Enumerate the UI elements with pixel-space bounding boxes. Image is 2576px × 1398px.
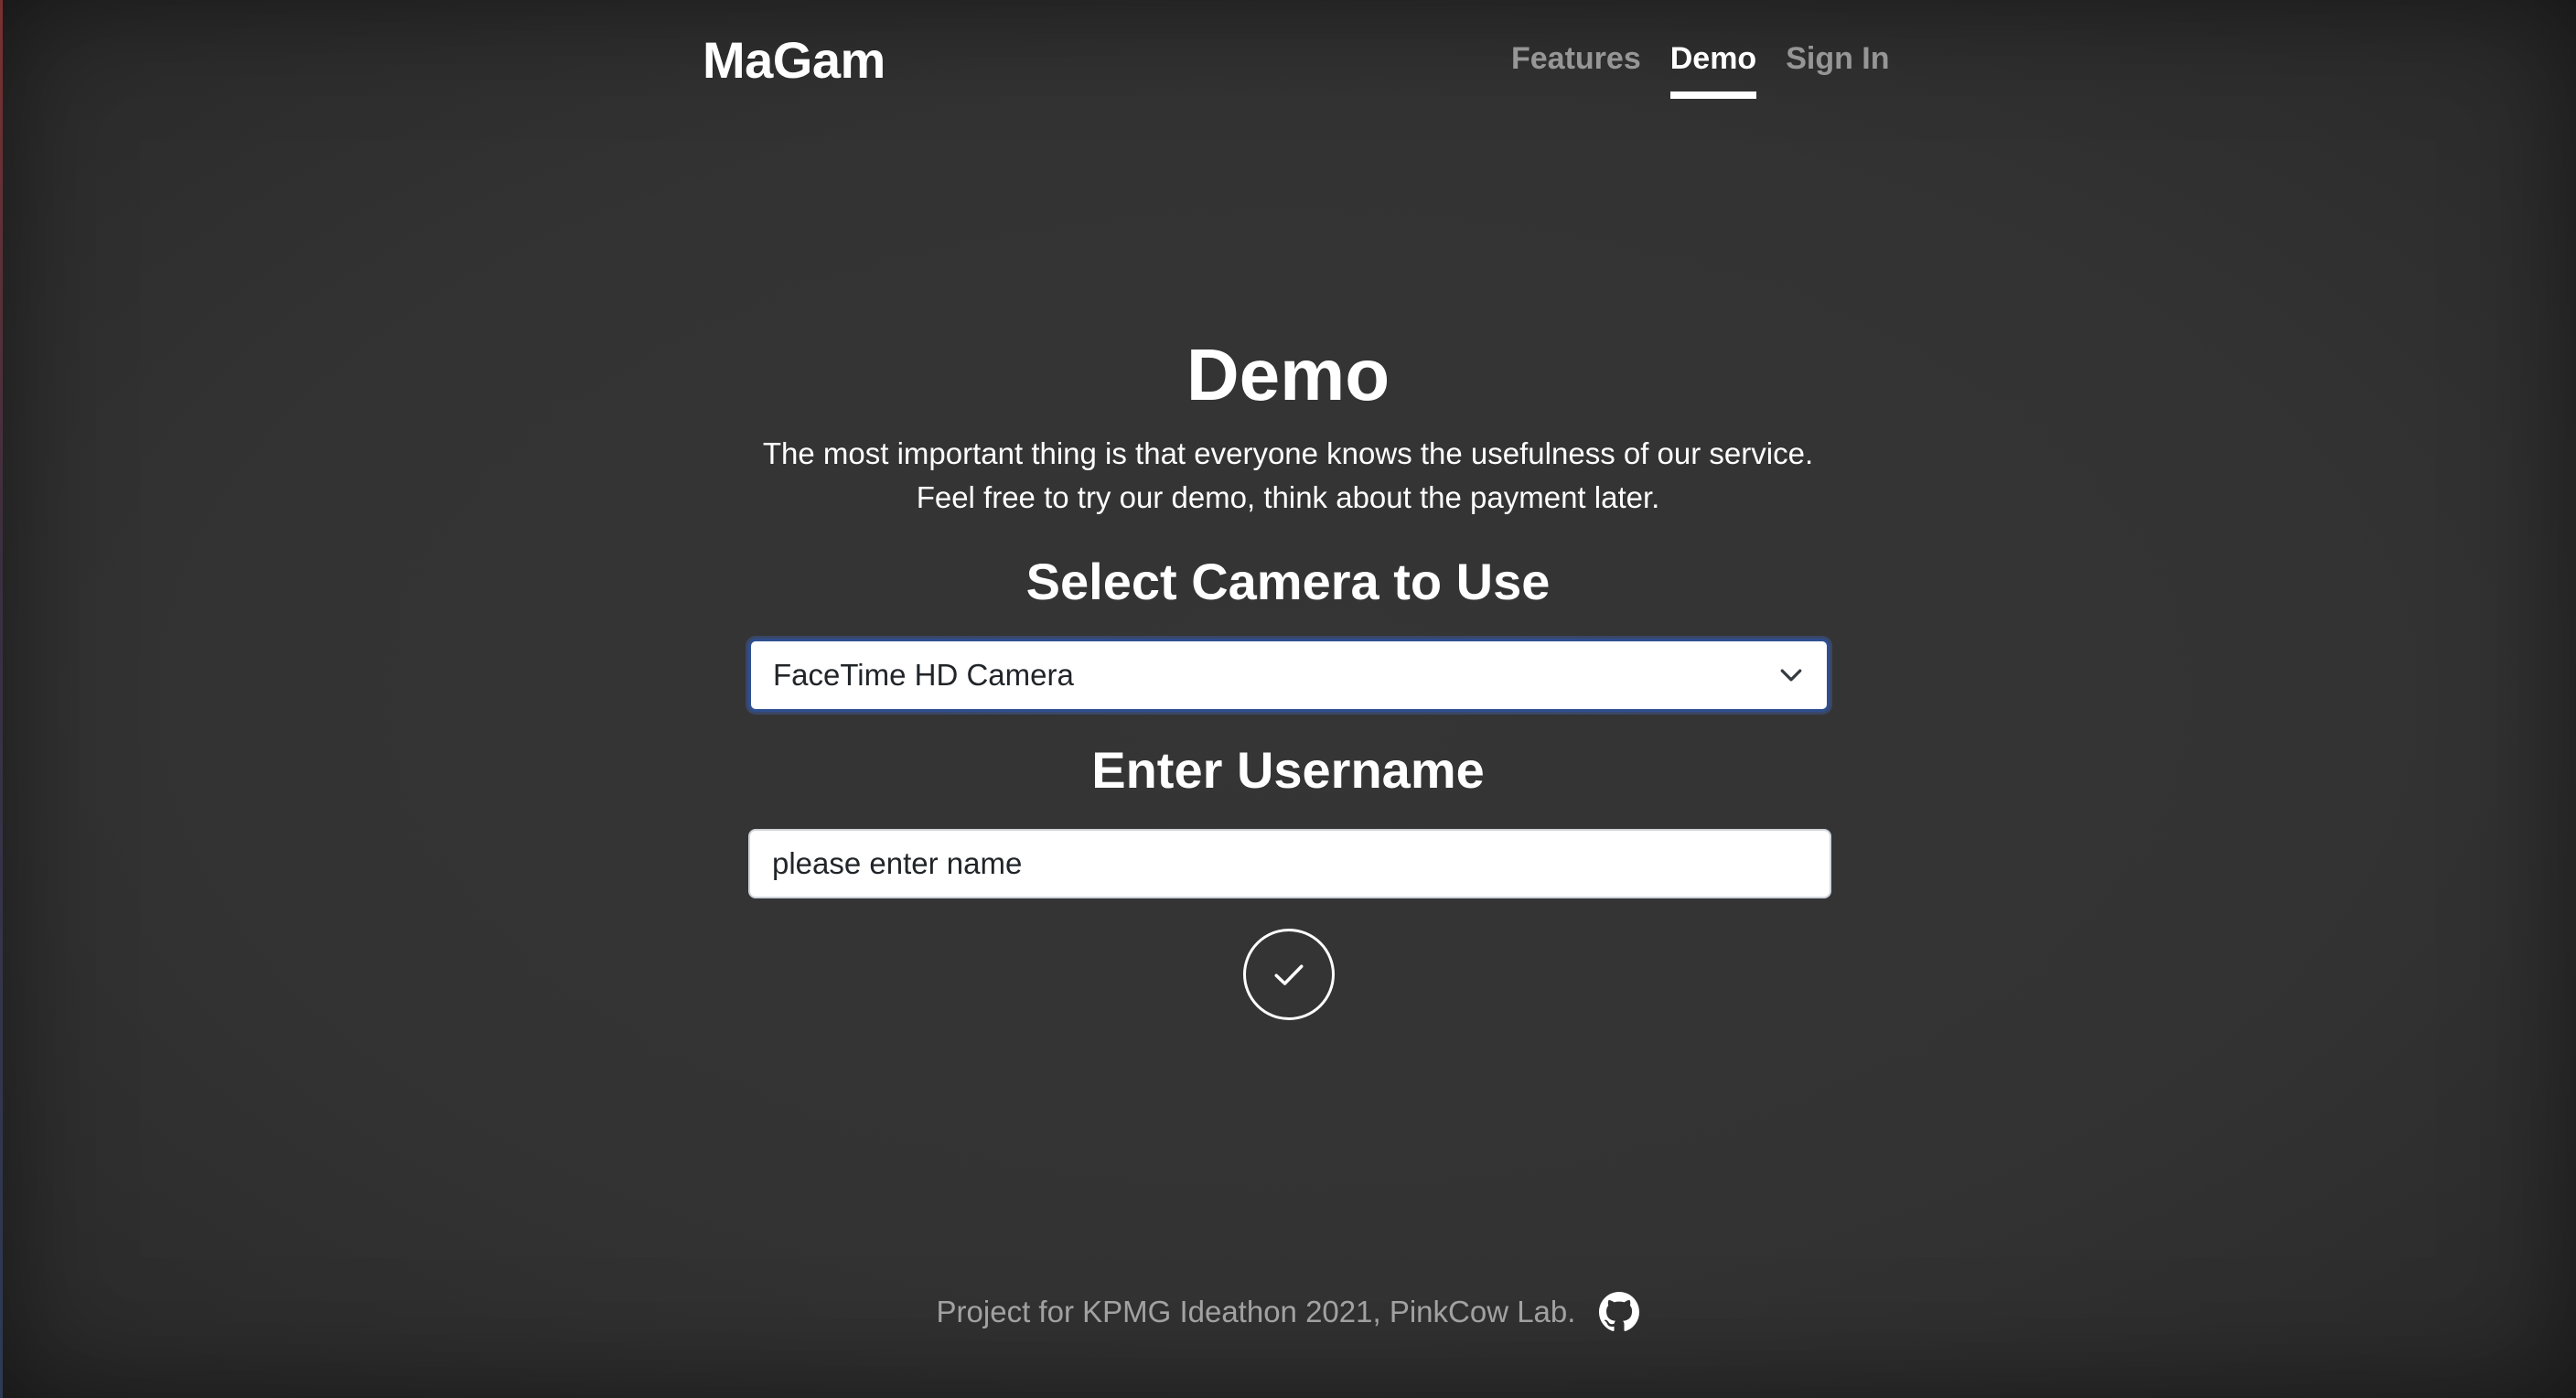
check-icon — [1274, 964, 1304, 985]
github-icon[interactable] — [1599, 1292, 1640, 1332]
lead-line-1: The most important thing is that everyon… — [762, 436, 1814, 470]
page-title: Demo — [1186, 334, 1390, 415]
username-heading: Enter Username — [1091, 741, 1485, 799]
lead-line-2: Feel free to try our demo, think about t… — [916, 480, 1660, 514]
chevron-down-icon — [1777, 661, 1805, 689]
page: MaGam Features Demo Sign In Demo The mos… — [0, 0, 2576, 1398]
camera-select[interactable]: FaceTime HD Camera — [748, 639, 1830, 712]
username-input[interactable] — [748, 829, 1831, 898]
camera-select-value: FaceTime HD Camera — [773, 658, 1074, 692]
lead-text: The most important thing is that everyon… — [0, 432, 2576, 520]
confirm-button[interactable] — [1243, 929, 1335, 1020]
camera-heading: Select Camera to Use — [1025, 553, 1551, 610]
site-footer: Project for KPMG Ideathon 2021, PinkCow … — [0, 1290, 2576, 1334]
main-content: Demo The most important thing is that ev… — [0, 0, 2576, 1398]
footer-text: Project for KPMG Ideathon 2021, PinkCow … — [936, 1295, 1576, 1328]
